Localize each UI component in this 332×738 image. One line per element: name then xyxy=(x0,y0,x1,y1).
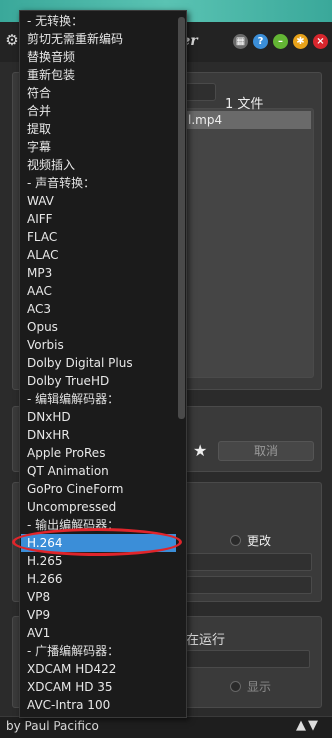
dropdown-section-header: - 无转换： xyxy=(27,14,84,28)
show-option[interactable]: 显示 xyxy=(230,678,271,695)
dropdown-option[interactable]: DNxHR xyxy=(21,426,176,444)
grid-icon[interactable]: ▦ xyxy=(233,34,248,49)
file-count-label: 1 文件 xyxy=(225,97,264,112)
help-icon[interactable]: ? xyxy=(253,34,268,49)
dropdown-option[interactable]: H.266 xyxy=(21,570,176,588)
dropdown-option[interactable]: 替换音频 xyxy=(21,48,176,66)
dropdown-option[interactable]: 合并 xyxy=(21,102,176,120)
run-progress-field xyxy=(186,650,310,668)
minimize-icon[interactable]: – xyxy=(273,34,288,49)
dropdown-option[interactable]: WAV xyxy=(21,192,176,210)
dropdown-scroll-thumb[interactable] xyxy=(178,17,185,419)
author-label: by Paul Pacifico xyxy=(6,719,99,733)
close-icon[interactable]: × xyxy=(313,34,328,49)
dropdown-option[interactable]: Uncompressed xyxy=(21,498,176,516)
dropdown-option[interactable]: VP8 xyxy=(21,588,176,606)
radio-button[interactable] xyxy=(230,535,241,546)
dropdown-option[interactable]: 视频插入 xyxy=(21,156,176,174)
dropdown-option[interactable]: AIFF xyxy=(21,210,176,228)
dropdown-option[interactable]: 提取 xyxy=(21,120,176,138)
dropdown-section-header: - 声音转换： xyxy=(27,176,96,190)
dropdown-option[interactable]: XDCAM HD 35 xyxy=(21,678,176,696)
dropdown-option[interactable]: AV1 xyxy=(21,624,176,642)
highlight-annotation xyxy=(12,528,182,556)
settings-icon[interactable]: ✱ xyxy=(293,34,308,49)
dropdown-option[interactable]: AAC xyxy=(21,282,176,300)
file-list xyxy=(180,108,314,378)
dropdown-section-header: - 编辑编解码器： xyxy=(27,392,120,406)
file-list-item[interactable]: l.mp4 xyxy=(186,111,311,129)
dropdown-option[interactable]: XDCAM HD422 xyxy=(21,660,176,678)
cancel-button[interactable]: 取消 xyxy=(218,441,314,461)
dropdown-option[interactable]: 符合 xyxy=(21,84,176,102)
change-option[interactable]: 更改 xyxy=(230,532,271,549)
dropdown-option[interactable]: VP9 xyxy=(21,606,176,624)
dropdown-option[interactable]: AC3 xyxy=(21,300,176,318)
dropdown-section-header: - 广播编解码器： xyxy=(27,644,120,658)
run-label: 在运行 xyxy=(186,633,226,648)
dropdown-option[interactable]: ALAC xyxy=(21,246,176,264)
dropdown-option[interactable]: AVC-Intra 100 xyxy=(21,696,176,714)
dropdown-option[interactable]: FLAC xyxy=(21,228,176,246)
codec-dropdown-list[interactable]: - 无转换： 剪切无需重新编码 替换音频 重新包装 符合 合并 提取 字幕 视频插入 - 声音转换… xyxy=(19,10,187,718)
dropdown-option[interactable]: Vorbis xyxy=(21,336,176,354)
up-down-arrows-icon[interactable]: ▲▼ xyxy=(296,718,320,733)
star-icon[interactable]: ★ xyxy=(193,441,207,460)
dropdown-option[interactable]: QT Animation xyxy=(21,462,176,480)
dropdown-option[interactable]: 重新包装 xyxy=(21,66,176,84)
dropdown-option[interactable]: Dolby Digital Plus xyxy=(21,354,176,372)
gear-icon[interactable]: ⚙ xyxy=(4,32,20,48)
change-label: 更改 xyxy=(247,534,272,548)
dropdown-option[interactable]: Opus xyxy=(21,318,176,336)
dropdown-option[interactable]: MP3 xyxy=(21,264,176,282)
dropdown-option[interactable]: Dolby TrueHD xyxy=(21,372,176,390)
dropdown-option[interactable]: GoPro CineForm xyxy=(21,480,176,498)
output-field-2[interactable] xyxy=(186,576,312,594)
dropdown-option[interactable]: 字幕 xyxy=(21,138,176,156)
dropdown-option[interactable]: Apple ProRes xyxy=(21,444,176,462)
show-label: 显示 xyxy=(247,680,272,694)
dropdown-option[interactable]: 剪切无需重新编码 xyxy=(21,30,176,48)
dropdown-option[interactable]: DNxHD xyxy=(21,408,176,426)
output-field-1[interactable] xyxy=(186,553,312,571)
radio-button[interactable] xyxy=(230,681,241,692)
